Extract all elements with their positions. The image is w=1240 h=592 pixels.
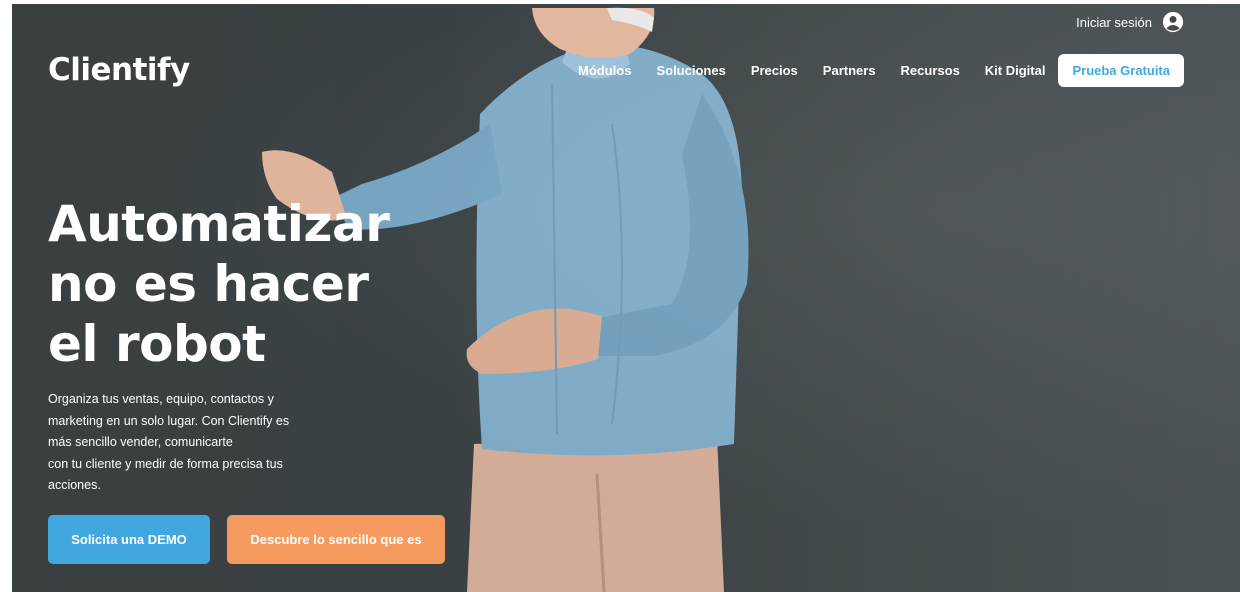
- headline-line: Automatizar: [48, 195, 390, 253]
- subtitle-line: Organiza tus ventas, equipo, contactos y: [48, 392, 274, 406]
- discover-button[interactable]: Descubre lo sencillo que es: [227, 515, 445, 564]
- headline-line: no es hacer: [48, 255, 369, 313]
- clientify-logo[interactable]: Clientify: [48, 52, 190, 88]
- hero-headline: Automatizar no es hacer el robot: [48, 194, 488, 374]
- nav-item-partners[interactable]: Partners: [823, 63, 876, 78]
- hero-subtitle: Organiza tus ventas, equipo, contactos y…: [48, 389, 348, 497]
- subtitle-line: más sencillo vender, comunicarte: [48, 435, 233, 450]
- nav-item-modulos[interactable]: Módulos: [578, 63, 631, 78]
- subtitle-line: marketing en un solo lugar. Con Clientif…: [48, 413, 290, 428]
- user-circle-icon: [1162, 11, 1184, 33]
- hero-section: Clientify Iniciar sesión Módulos Solucio…: [12, 4, 1240, 592]
- nav-item-precios[interactable]: Precios: [751, 63, 798, 78]
- nav-item-soluciones[interactable]: Soluciones: [656, 63, 725, 78]
- subtitle-line: con tu cliente y medir de forma precisa …: [48, 456, 283, 471]
- nav-item-recursos[interactable]: Recursos: [901, 63, 960, 78]
- free-trial-button[interactable]: Prueba Gratuita: [1058, 54, 1184, 87]
- headline-line: el robot: [48, 315, 266, 373]
- subtitle-line: acciones.: [48, 478, 101, 493]
- login-label: Iniciar sesión: [1076, 14, 1152, 30]
- login-link[interactable]: Iniciar sesión: [1076, 11, 1184, 33]
- main-nav: Módulos Soluciones Precios Partners Recu…: [578, 54, 1184, 87]
- request-demo-button[interactable]: Solicita una DEMO: [48, 515, 210, 564]
- nav-item-kit-digital[interactable]: Kit Digital: [985, 63, 1046, 78]
